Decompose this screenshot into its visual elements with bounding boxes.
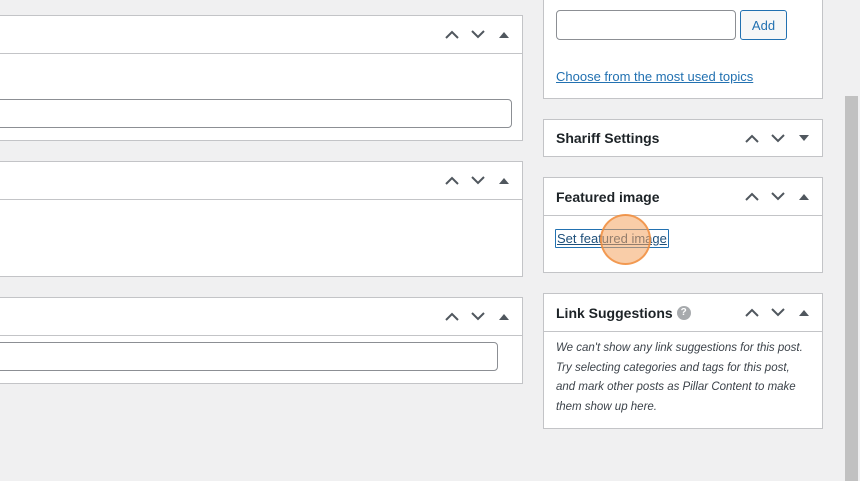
link-suggestions-title: Link Suggestions [556,304,673,321]
move-up-icon[interactable] [444,309,460,325]
collapse-toggle-icon[interactable] [796,189,812,205]
add-topic-button[interactable]: Add [740,10,787,40]
shariff-settings-panel: Shariff Settings [543,119,823,157]
left-panel-1-header [0,16,522,54]
link-suggestions-note: We can't show any link suggestions for t… [556,342,803,413]
move-up-icon[interactable] [744,305,760,321]
collapse-toggle-icon[interactable] [796,305,812,321]
collapse-toggle-icon[interactable] [496,309,512,325]
panel-title: Featured image [556,188,660,205]
link-suggestions-header: Link Suggestions ? [544,294,822,332]
move-down-icon[interactable] [470,173,486,189]
move-down-icon[interactable] [770,130,786,146]
help-icon[interactable]: ? [676,305,691,320]
panel-title: Shariff Settings [556,130,660,146]
set-featured-image-link[interactable]: Set featured image [555,229,669,248]
move-up-icon[interactable] [744,189,760,205]
new-topic-input[interactable] [556,10,736,40]
left-panel-1-input[interactable] [0,99,512,128]
move-down-icon[interactable] [770,189,786,205]
move-down-icon[interactable] [470,309,486,325]
left-panel-3-header [0,298,522,336]
left-panel-2-header [0,162,522,200]
collapse-toggle-icon[interactable] [496,27,512,43]
left-panel-3 [0,297,523,384]
link-suggestions-panel: Link Suggestions ? We can't show any lin… [543,293,823,429]
scrollbar-thumb[interactable] [845,96,858,481]
expand-toggle-icon[interactable] [796,130,812,146]
left-panel-1 [0,15,523,141]
featured-image-header: Featured image [544,178,822,216]
collapse-toggle-icon[interactable] [496,173,512,189]
move-up-icon[interactable] [744,130,760,146]
left-panel-3-input[interactable] [0,342,498,371]
featured-image-panel: Featured image Set featured image [543,177,823,273]
topics-panel: Add Choose from the most used topics [543,0,823,99]
move-up-icon[interactable] [444,27,460,43]
left-panel-2 [0,161,523,277]
move-down-icon[interactable] [470,27,486,43]
move-up-icon[interactable] [444,173,460,189]
panel-title: Link Suggestions ? [556,294,691,331]
most-used-topics-link[interactable]: Choose from the most used topics [556,69,753,84]
move-down-icon[interactable] [770,305,786,321]
